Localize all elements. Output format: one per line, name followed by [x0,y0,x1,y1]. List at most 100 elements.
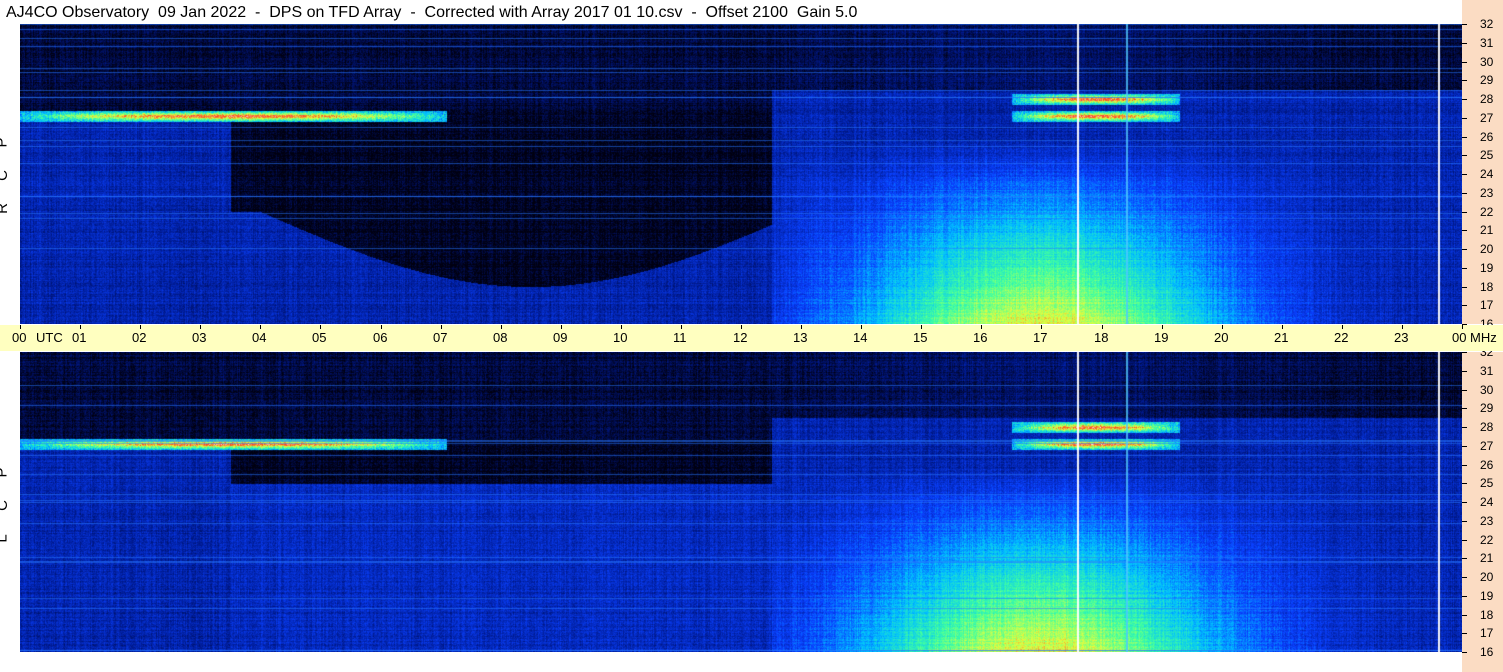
rcp-freq-tick [1462,212,1467,213]
time-tick [921,325,922,329]
time-tick [861,325,862,329]
lcp-freq-tick [1462,390,1467,391]
time-label: 08 [493,330,508,345]
time-tick [1282,325,1283,329]
time-label: 01 [72,330,87,345]
time-tick [1041,325,1042,329]
time-tick [441,325,442,329]
lcp-spectrogram [20,352,1462,652]
rcp-freq-label: 32 [1480,17,1494,31]
rcp-freq-label: 19 [1480,261,1494,275]
rcp-freq-label: 27 [1480,111,1494,125]
time-tick [1162,325,1163,329]
lcp-freq-label: 26 [1480,458,1494,472]
rcp-freq-label: 26 [1480,130,1494,144]
time-label: 12 [733,330,748,345]
lcp-freq-label: 22 [1480,533,1494,547]
lcp-freq-label: 21 [1480,551,1494,565]
time-tick [681,325,682,329]
time-tick [260,325,261,329]
rcp-freq-tick [1462,155,1467,156]
rcp-freq-label: 20 [1480,242,1494,256]
time-label: 06 [373,330,388,345]
rcp-freq-tick [1462,268,1467,269]
rcp-freq-tick [1462,137,1467,138]
time-label: 00 [12,330,27,345]
time-label: 07 [433,330,448,345]
lcp-freq-label: 27 [1480,439,1494,453]
rcp-side-label: P C R [0,126,20,225]
lcp-freq-tick [1462,446,1467,447]
rcp-freq-label: 18 [1480,280,1494,294]
lcp-freq-tick [1462,521,1467,522]
lcp-freq-tick [1462,408,1467,409]
rcp-frequency-axis: 16 17 18 19 20 21 22 23 24 25 26 27 28 29 30 31 32 [1462,0,1503,330]
rcp-freq-tick [1462,193,1467,194]
time-label: 14 [853,330,868,345]
time-tick [20,325,21,329]
time-label: 22 [1334,330,1349,345]
rcp-freq-tick [1462,118,1467,119]
lcp-freq-label: 24 [1480,495,1494,509]
rcp-freq-label: 24 [1480,167,1494,181]
rcp-freq-tick [1462,230,1467,231]
rcp-heatmap [20,24,1462,324]
lcp-freq-tick [1462,502,1467,503]
time-label: 21 [1274,330,1289,345]
lcp-freq-tick [1462,483,1467,484]
rcp-freq-tick [1462,249,1467,250]
time-label: 23 [1394,330,1409,345]
lcp-freq-tick [1462,633,1467,634]
time-tick [501,325,502,329]
time-tick [1222,325,1223,329]
lcp-freq-tick [1462,577,1467,578]
rcp-freq-label: 22 [1480,205,1494,219]
lcp-freq-tick [1462,371,1467,372]
time-label: 16 [973,330,988,345]
chart-title: AJ4CO Observatory 09 Jan 2022 - DPS on T… [6,4,858,21]
time-label: 17 [1033,330,1048,345]
lcp-freq-label: 23 [1480,514,1494,528]
time-label: 03 [192,330,207,345]
lcp-freq-label: 25 [1480,476,1494,490]
rcp-spectrogram [20,24,1462,324]
time-tick [80,325,81,329]
time-tick [561,325,562,329]
time-axis: 00 01 02 03 04 05 06 07 08 09 10 11 12 13 14 15 16 17 18 19… [0,325,1503,351]
time-label: 20 [1214,330,1229,345]
rcp-freq-tick [1462,80,1467,81]
rcp-freq-label: 17 [1480,298,1494,312]
lcp-freq-tick [1462,465,1467,466]
lcp-heatmap [20,352,1462,652]
time-tick [981,325,982,329]
lcp-freq-label: 18 [1480,608,1494,622]
rcp-freq-label: 23 [1480,186,1494,200]
time-label: 04 [252,330,267,345]
rcp-freq-label: 21 [1480,223,1494,237]
lcp-freq-label: 28 [1480,420,1494,434]
rcp-freq-label: 28 [1480,92,1494,106]
time-label: 05 [312,330,327,345]
lcp-freq-label: 30 [1480,383,1494,397]
rcp-freq-label: 25 [1480,148,1494,162]
time-tick [621,325,622,329]
lcp-freq-tick [1462,352,1467,353]
lcp-freq-tick [1462,615,1467,616]
lcp-freq-label: 19 [1480,589,1494,603]
lcp-freq-label: 17 [1480,626,1494,640]
rcp-freq-tick [1462,174,1467,175]
time-tick [140,325,141,329]
time-label: 10 [613,330,628,345]
lcp-freq-tick [1462,427,1467,428]
lcp-freq-label: 31 [1480,364,1494,378]
lcp-frequency-axis: 16 17 18 19 20 21 22 23 24 25 26 27 28 29 30 31 32 [1462,346,1503,672]
rcp-freq-label: 30 [1480,55,1494,69]
rcp-freq-tick [1462,305,1467,306]
time-tick [200,325,201,329]
time-tick [1342,325,1343,329]
time-tick [1402,325,1403,329]
rcp-freq-tick [1462,24,1467,25]
time-tick [1102,325,1103,329]
lcp-freq-label: 20 [1480,570,1494,584]
utc-label: UTC [36,330,63,345]
